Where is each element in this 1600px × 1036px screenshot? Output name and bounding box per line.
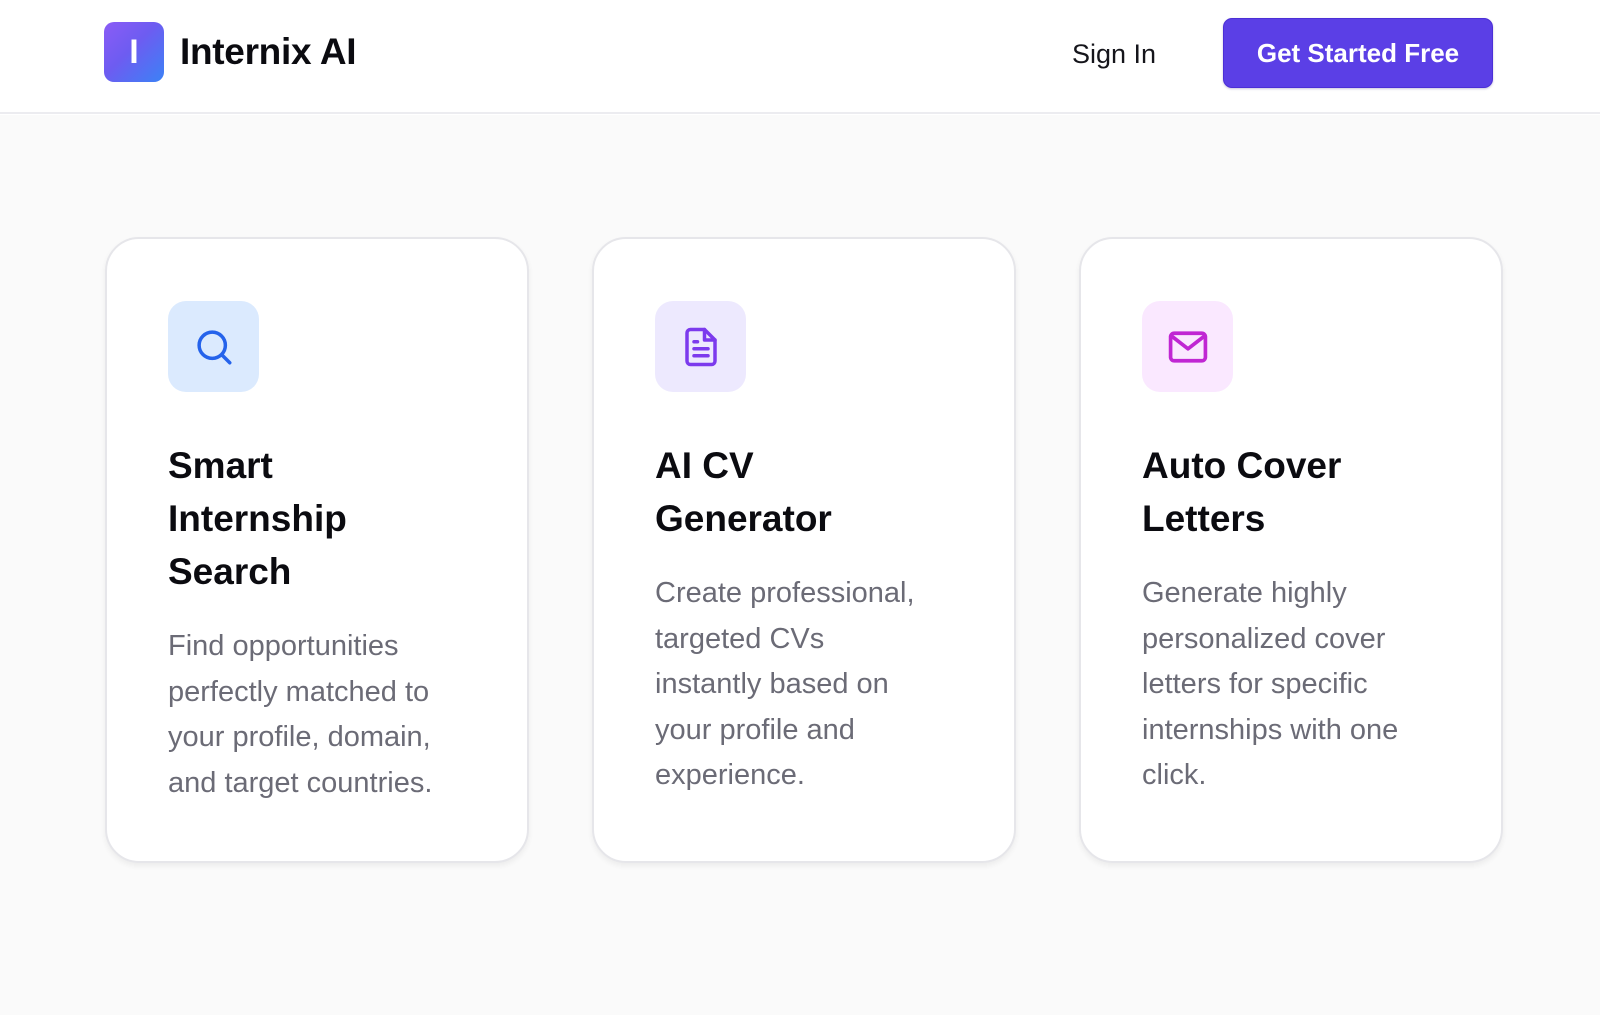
feature-description: Create professional, targeted CVs instan…: [655, 577, 915, 791]
feature-title: Smart Internship Search: [168, 445, 347, 592]
document-icon: [684, 327, 717, 366]
feature-icon-box: [1142, 301, 1233, 392]
feature-title: AI CV Generator: [655, 445, 832, 539]
feature-title: Auto Cover Letters: [1142, 445, 1342, 539]
feature-icon-box: [655, 301, 746, 392]
feature-card-cover-letters: Auto Cover Letters Generate highly perso…: [1079, 237, 1503, 863]
mail-icon: [1168, 330, 1207, 363]
feature-card-smart-search: Smart Internship Search Find opportuniti…: [105, 237, 529, 863]
sign-in-link[interactable]: Sign In: [1072, 30, 1156, 78]
brand[interactable]: I Internix AI: [104, 22, 357, 82]
get-started-button[interactable]: Get Started Free: [1223, 18, 1493, 88]
feature-description: Find opportunities perfectly matched to …: [168, 630, 433, 799]
top-nav: I Internix AI Sign In Get Started Free: [0, 0, 1600, 114]
search-icon: [196, 329, 231, 364]
feature-icon-box: [168, 301, 259, 392]
brand-name: Internix AI: [180, 31, 357, 72]
brand-logo-icon: I: [104, 22, 164, 82]
feature-card-cv-generator: AI CV Generator Create professional, tar…: [592, 237, 1016, 863]
page-bottom-edge: [0, 1015, 1600, 1036]
feature-description: Generate highly personalized cover lette…: [1142, 577, 1399, 791]
